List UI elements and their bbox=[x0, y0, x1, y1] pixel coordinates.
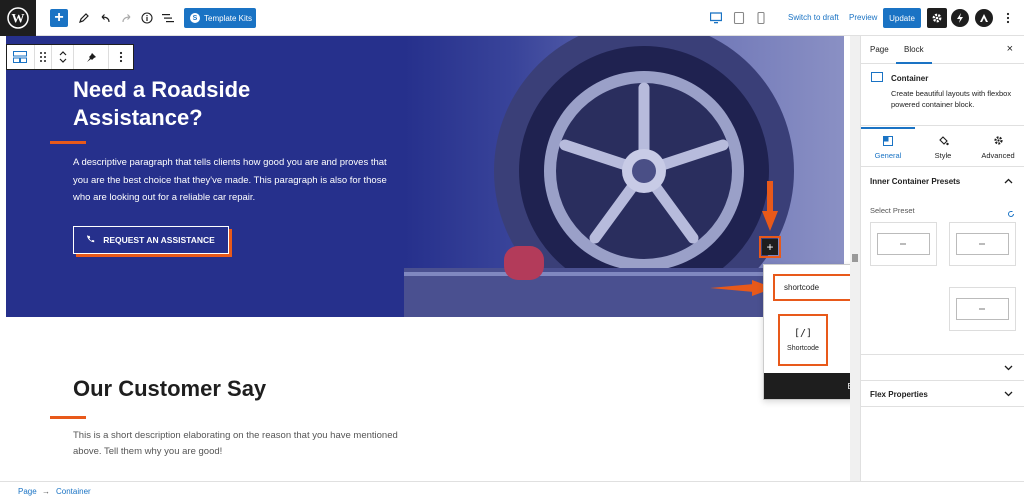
mobile-preview-icon[interactable] bbox=[755, 11, 767, 25]
desktop-preview-icon[interactable] bbox=[709, 11, 723, 24]
redo-icon[interactable] bbox=[119, 8, 133, 28]
pencil-icon[interactable] bbox=[76, 8, 90, 28]
preview-link[interactable]: Preview bbox=[849, 13, 877, 22]
search-value: shortcode bbox=[784, 283, 820, 292]
breadcrumb-separator: → bbox=[42, 487, 50, 496]
chevron-up-icon[interactable] bbox=[1004, 176, 1013, 186]
browse-all-button[interactable]: Browse all bbox=[764, 373, 850, 399]
subtab-advanced[interactable]: Advanced bbox=[971, 127, 1024, 167]
block-inserter-popover: shortcode × [/] Shortcode Browse all bbox=[763, 264, 850, 400]
breadcrumb-page[interactable]: Page bbox=[18, 487, 37, 496]
settings-sidebar: Page Block × Container Create beautiful … bbox=[860, 36, 1024, 481]
add-block-button[interactable]: + bbox=[50, 9, 68, 27]
editor-canvas: Need a Roadside Assistance? A descriptiv… bbox=[0, 36, 850, 481]
inspector-subtabs: General Style Advanced bbox=[861, 127, 1024, 167]
block-toolbar bbox=[6, 44, 134, 70]
inner-presets-title[interactable]: Inner Container Presets bbox=[870, 177, 960, 186]
tablet-preview-icon[interactable] bbox=[733, 11, 745, 25]
shortcode-block-result[interactable]: [/] Shortcode bbox=[778, 314, 828, 366]
subtab-advanced-label: Advanced bbox=[981, 150, 1015, 160]
select-preset-label: Select Preset bbox=[870, 206, 915, 215]
flex-properties-panel: Flex Properties bbox=[861, 381, 1024, 407]
settings-gear-icon[interactable] bbox=[927, 8, 947, 28]
container-block-icon bbox=[871, 72, 883, 82]
block-card-description: Create beautiful layouts with flexbox po… bbox=[891, 89, 1012, 109]
hero-title[interactable]: Need a Roadside Assistance? bbox=[73, 76, 373, 132]
info-icon[interactable] bbox=[140, 8, 154, 28]
tab-block[interactable]: Block bbox=[896, 45, 931, 64]
update-button[interactable]: Update bbox=[883, 8, 921, 28]
block-card-title: Container bbox=[891, 74, 929, 83]
block-more-options-icon[interactable] bbox=[109, 45, 133, 69]
template-kits-icon: S bbox=[190, 13, 200, 23]
collapsed-panel bbox=[861, 355, 1024, 381]
section-description[interactable]: This is a short description elaborating … bbox=[73, 428, 423, 460]
move-up-down-icon[interactable] bbox=[52, 45, 74, 69]
preset-option[interactable] bbox=[949, 222, 1016, 266]
shortcode-icon: [/] bbox=[793, 328, 813, 339]
pin-icon[interactable] bbox=[74, 45, 110, 69]
block-search-input[interactable]: shortcode × bbox=[773, 274, 850, 301]
hero-divider bbox=[50, 141, 86, 144]
inline-inserter-button[interactable]: + bbox=[759, 236, 781, 258]
chevron-down-icon[interactable] bbox=[1004, 389, 1013, 399]
sidebar-tabs: Page Block × bbox=[861, 36, 1024, 64]
astra-plugin-icon[interactable] bbox=[975, 9, 993, 27]
shortcode-label: Shortcode bbox=[787, 345, 819, 352]
hero-container-block[interactable]: Need a Roadside Assistance? A descriptiv… bbox=[6, 36, 844, 317]
canvas-scrollbar[interactable] bbox=[850, 36, 860, 481]
cog-icon bbox=[993, 135, 1003, 145]
container-block-icon[interactable] bbox=[7, 45, 35, 69]
cta-label: REQUEST AN ASSISTANCE bbox=[103, 235, 215, 245]
list-view-icon[interactable] bbox=[161, 8, 175, 28]
editor-top-toolbar: W + S Template Kits Switch to draft Prev… bbox=[0, 0, 1024, 36]
chevron-down-icon[interactable] bbox=[1004, 363, 1013, 373]
breadcrumb-container[interactable]: Container bbox=[56, 487, 91, 496]
switch-to-draft-link[interactable]: Switch to draft bbox=[788, 13, 839, 22]
wordpress-logo-icon[interactable]: W bbox=[0, 0, 36, 36]
template-kits-button[interactable]: S Template Kits bbox=[184, 8, 256, 28]
template-kits-label: Template Kits bbox=[204, 13, 253, 23]
bolt-plugin-icon[interactable] bbox=[951, 9, 969, 27]
hero-paragraph[interactable]: A descriptive paragraph that tells clien… bbox=[73, 154, 393, 207]
undo-icon[interactable] bbox=[98, 8, 112, 28]
subtab-style-label: Style bbox=[934, 150, 952, 160]
close-sidebar-icon[interactable]: × bbox=[1007, 43, 1013, 55]
block-breadcrumb: Page → Container bbox=[0, 481, 1024, 500]
preset-option[interactable] bbox=[870, 222, 937, 266]
reset-icon[interactable] bbox=[1007, 205, 1015, 223]
drag-handle-icon[interactable] bbox=[35, 45, 53, 69]
annotation-arrow-down-icon bbox=[762, 181, 778, 231]
tab-page[interactable]: Page bbox=[870, 45, 889, 54]
paint-bucket-icon bbox=[938, 135, 949, 145]
request-assistance-button[interactable]: REQUEST AN ASSISTANCE bbox=[73, 226, 229, 254]
preset-option[interactable] bbox=[949, 287, 1016, 331]
phone-icon bbox=[87, 235, 95, 245]
svg-text:W: W bbox=[12, 11, 25, 26]
block-card: Container Create beautiful layouts with … bbox=[861, 64, 1024, 126]
flex-properties-title[interactable]: Flex Properties bbox=[870, 390, 928, 399]
general-icon bbox=[883, 136, 893, 146]
more-options-icon[interactable] bbox=[1003, 8, 1013, 28]
subtab-general[interactable]: General bbox=[861, 127, 915, 167]
scrollbar-thumb[interactable] bbox=[852, 254, 858, 262]
section-divider bbox=[50, 416, 86, 419]
inner-presets-panel: Inner Container Presets Select Preset bbox=[861, 167, 1024, 355]
section-title[interactable]: Our Customer Say bbox=[73, 376, 266, 402]
subtab-general-label: General bbox=[874, 151, 902, 160]
subtab-style[interactable]: Style bbox=[916, 127, 970, 167]
